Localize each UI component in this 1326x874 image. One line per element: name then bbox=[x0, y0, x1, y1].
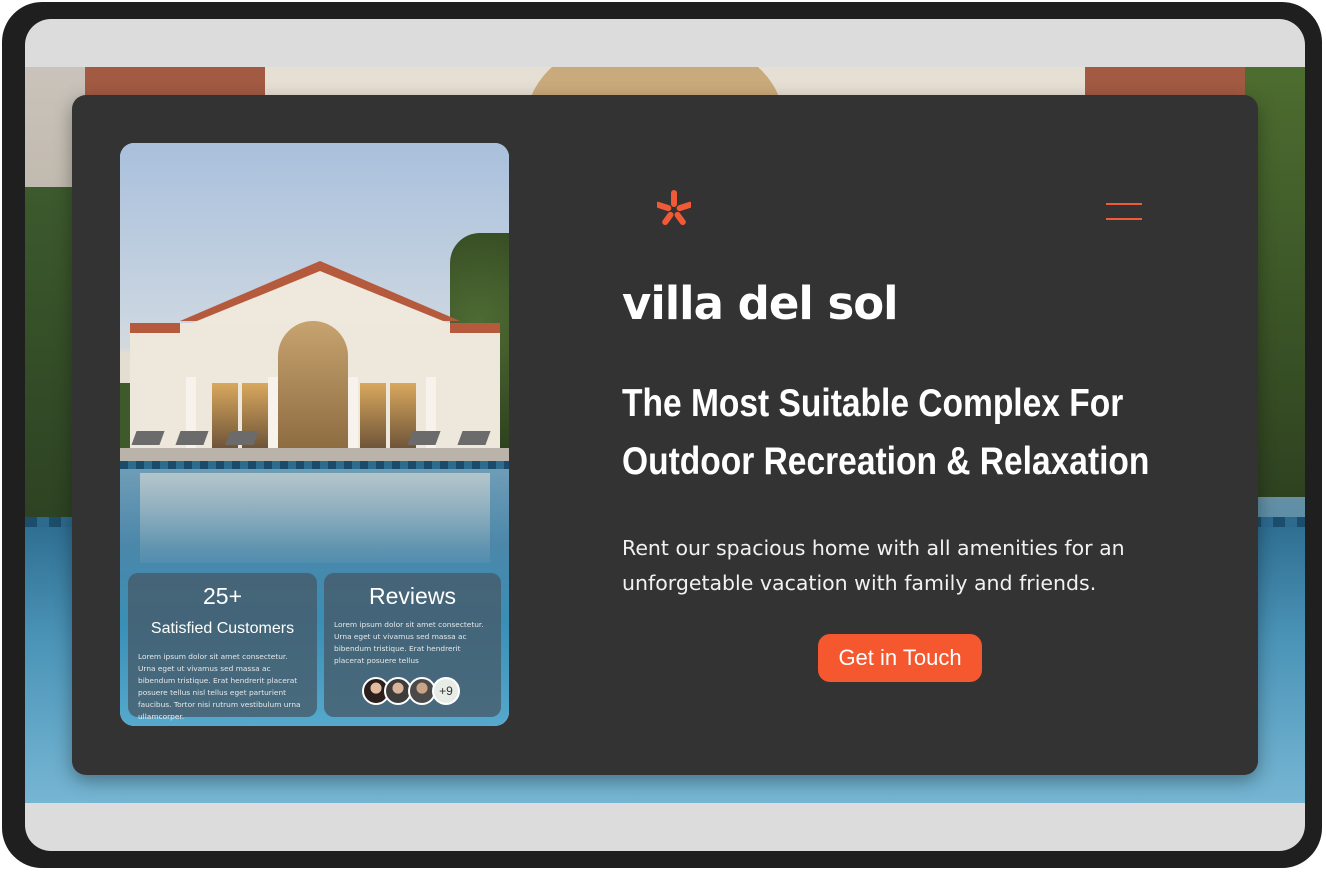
reviews-stat-card: Reviews Lorem ipsum dolor sit amet conse… bbox=[324, 573, 501, 717]
photo-lounge-chair bbox=[407, 431, 441, 445]
yelp-burst-icon[interactable] bbox=[654, 189, 694, 229]
reviewer-avatars: +9 bbox=[362, 677, 472, 709]
get-in-touch-button[interactable]: Get in Touch bbox=[818, 634, 982, 682]
photo-lounge-chair bbox=[457, 431, 491, 445]
background-roof-left bbox=[85, 67, 265, 97]
customers-description: Lorem ipsum dolor sit amet consectetur. … bbox=[138, 652, 301, 721]
hero-headline-line-2: Outdoor Recreation & Relaxation bbox=[622, 440, 1150, 483]
brand-name: villa del sol bbox=[622, 277, 899, 330]
background-roof-right bbox=[1085, 67, 1265, 97]
photo-column bbox=[268, 377, 278, 457]
menu-line bbox=[1106, 218, 1142, 220]
menu-line bbox=[1106, 203, 1142, 205]
photo-roof-wing-left bbox=[130, 323, 180, 333]
photo-lounge-chair bbox=[131, 431, 165, 445]
photo-arch-window bbox=[278, 321, 348, 451]
villa-photo: 25+ Satisfied Customers Lorem ipsum dolo… bbox=[120, 143, 509, 726]
photo-lounge-chair bbox=[225, 431, 259, 445]
photo-column bbox=[186, 377, 196, 457]
customers-label: Satisfied Customers bbox=[150, 620, 295, 637]
hero-headline-line-1: The Most Suitable Complex For bbox=[622, 382, 1124, 425]
reviews-title: Reviews bbox=[369, 583, 456, 609]
photo-window bbox=[360, 383, 386, 449]
customers-count: 25+ bbox=[202, 583, 242, 609]
photo-reflection bbox=[140, 473, 490, 563]
hero-headline: The Most Suitable Complex For Outdoor Re… bbox=[622, 375, 1155, 491]
photo-column bbox=[348, 377, 358, 457]
photo-lounge-chair bbox=[175, 431, 209, 445]
more-reviewers-badge: +9 bbox=[432, 677, 460, 705]
photo-roof-wing-right bbox=[450, 323, 500, 333]
photo-column bbox=[426, 377, 436, 457]
hamburger-menu-icon[interactable] bbox=[1106, 199, 1142, 221]
reviews-description: Lorem ipsum dolor sit amet consectetur. … bbox=[334, 620, 484, 665]
hero-card: 25+ Satisfied Customers Lorem ipsum dolo… bbox=[72, 95, 1258, 775]
customers-stat-card: 25+ Satisfied Customers Lorem ipsum dolo… bbox=[128, 573, 317, 721]
hero-description: Rent our spacious home with all amenitie… bbox=[622, 536, 1125, 595]
photo-pool-tiles bbox=[120, 461, 509, 469]
browser-screen: 25+ Satisfied Customers Lorem ipsum dolo… bbox=[25, 19, 1305, 851]
device-frame: 25+ Satisfied Customers Lorem ipsum dolo… bbox=[2, 2, 1322, 868]
